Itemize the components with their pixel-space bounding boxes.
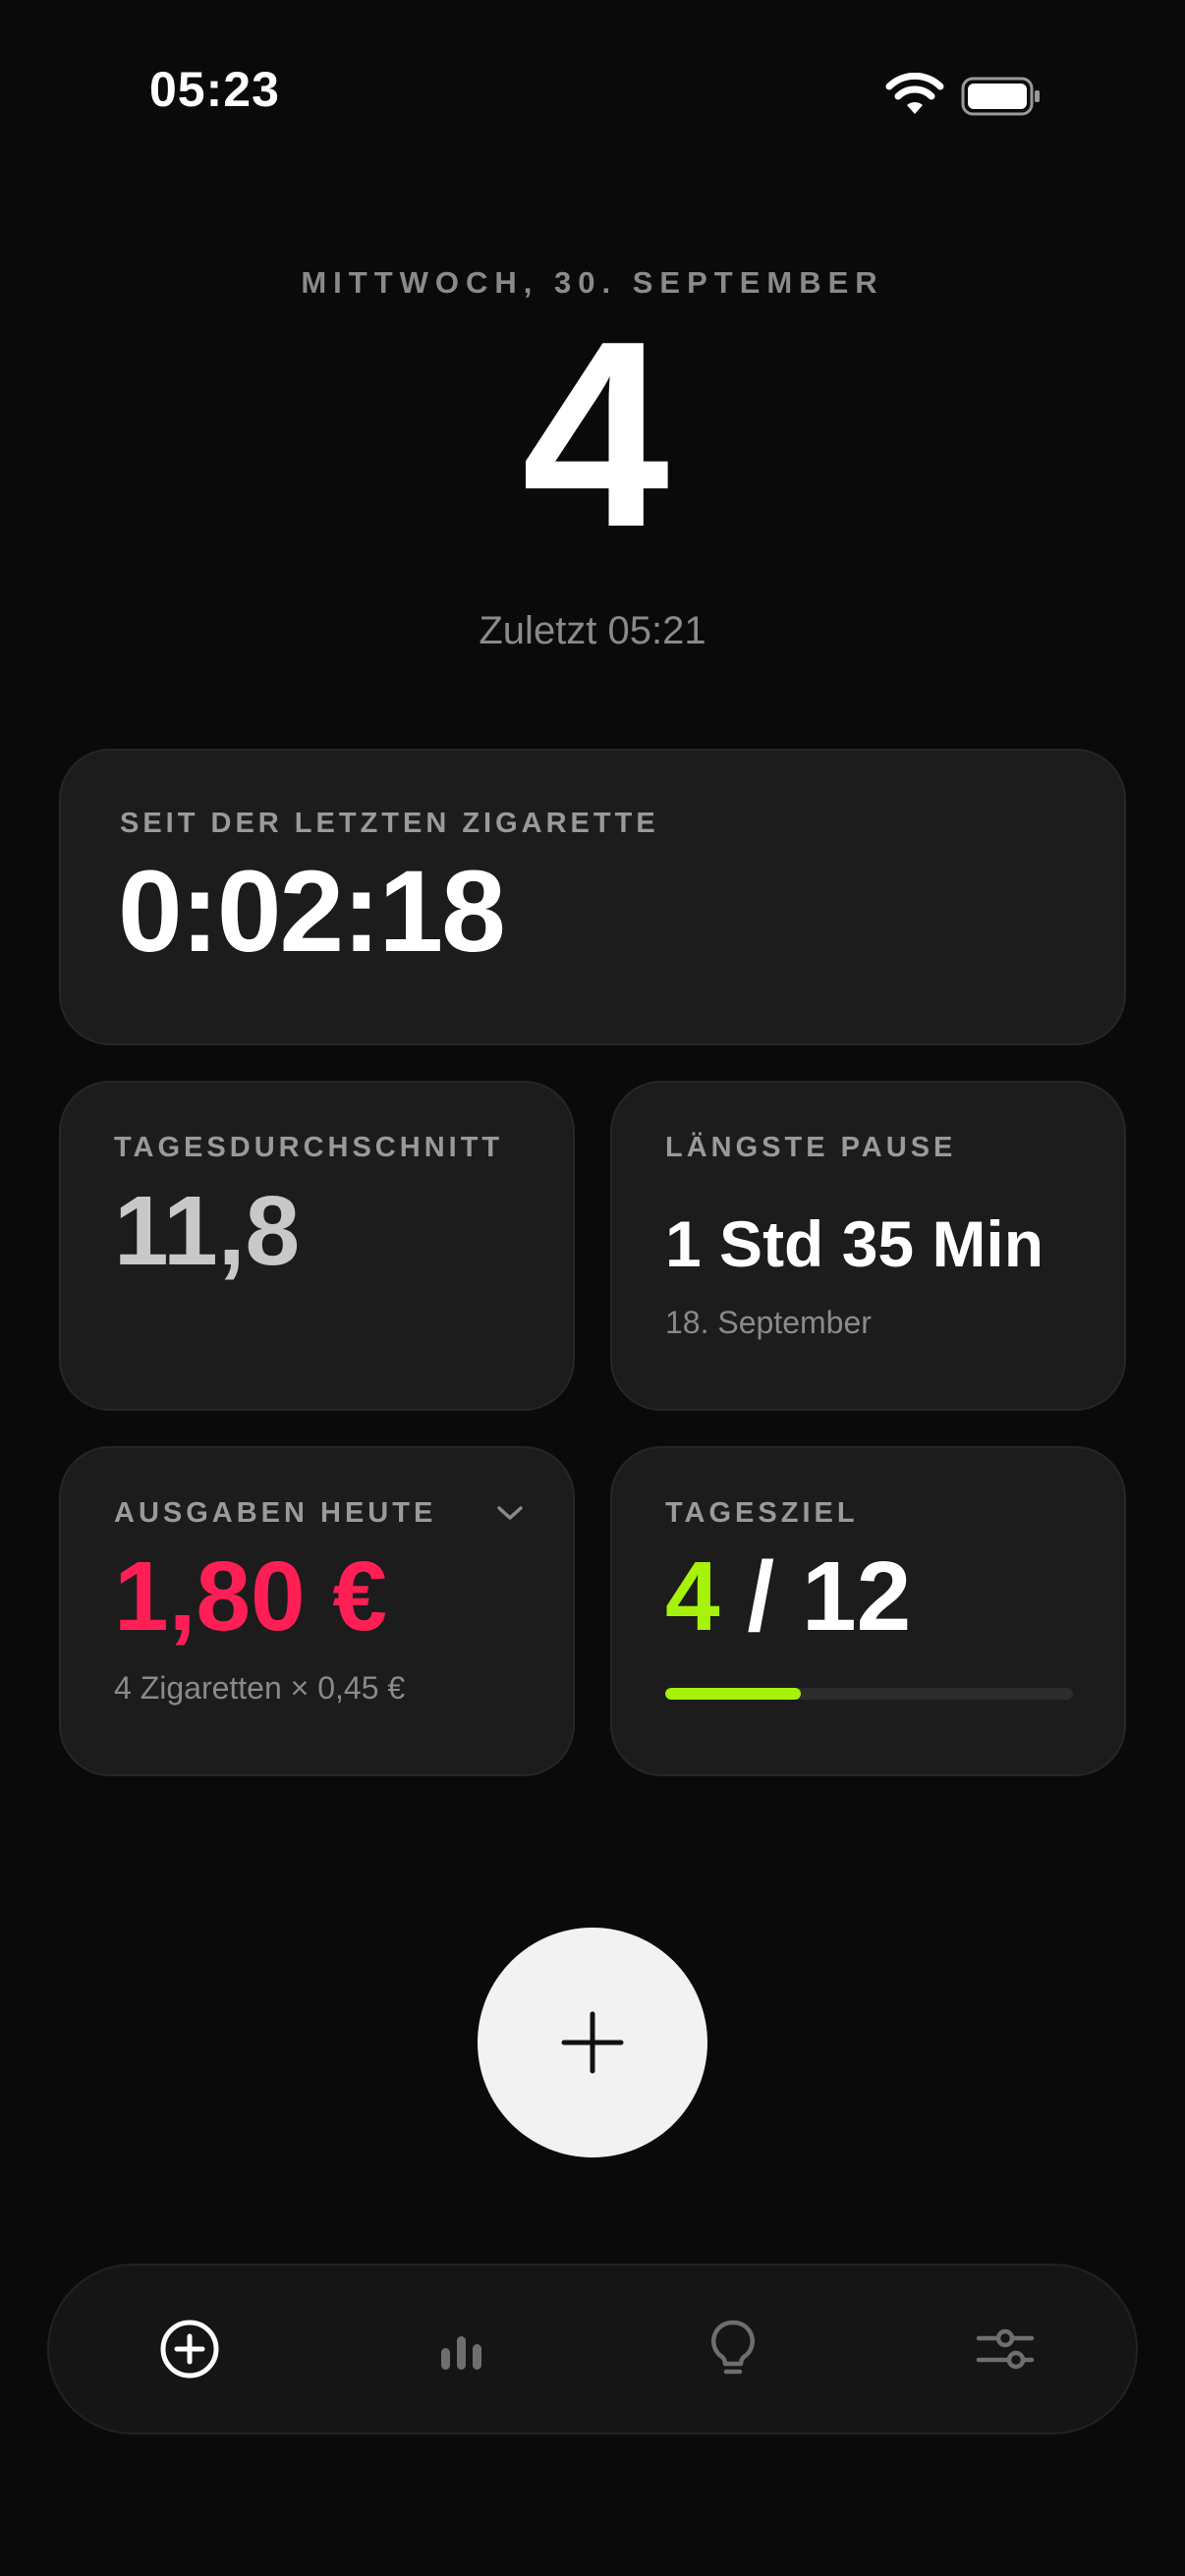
goal-current: 4 bbox=[665, 1541, 720, 1652]
daily-goal-card: TAGESZIEL 4 / 12 bbox=[610, 1446, 1126, 1776]
longest-pause-date: 18. September bbox=[665, 1305, 872, 1340]
nav-item-tips[interactable] bbox=[699, 2315, 767, 2383]
daily-goal-value: 4 / 12 bbox=[665, 1542, 911, 1651]
daily-goal-label: TAGESZIEL bbox=[665, 1497, 859, 1529]
daily-average-card: TAGESDURCHSCHNITT 11,8 bbox=[59, 1081, 575, 1411]
nav-item-stats[interactable] bbox=[427, 2315, 496, 2383]
since-last-card: SEIT DER LETZTEN ZIGARETTE 0:02:18 bbox=[59, 749, 1126, 1045]
goal-progress-bar bbox=[665, 1688, 1073, 1700]
lightbulb-icon bbox=[711, 2320, 755, 2375]
spending-card[interactable]: AUSGABEN HEUTE 1,80 € 4 Zigaretten × 0,4… bbox=[59, 1446, 575, 1776]
battery-icon bbox=[961, 77, 1040, 116]
status-time: 05:23 bbox=[149, 62, 280, 117]
goal-total: 12 bbox=[802, 1541, 912, 1652]
longest-pause-value: 1 Std 35 Min bbox=[665, 1207, 1044, 1280]
daily-average-value: 11,8 bbox=[114, 1176, 301, 1286]
spending-detail: 4 Zigaretten × 0,45 € bbox=[114, 1670, 406, 1706]
since-last-label: SEIT DER LETZTEN ZIGARETTE bbox=[120, 808, 659, 839]
daily-average-label: TAGESDURCHSCHNITT bbox=[114, 1132, 504, 1163]
longest-pause-card: LÄNGSTE PAUSE 1 Std 35 Min 18. September bbox=[610, 1081, 1126, 1411]
chevron-down-icon[interactable] bbox=[495, 1503, 525, 1523]
since-last-timer: 0:02:18 bbox=[118, 847, 506, 977]
goal-progress-fill bbox=[665, 1688, 802, 1700]
plus-icon bbox=[561, 2011, 624, 2074]
spending-label: AUSGABEN HEUTE bbox=[114, 1497, 437, 1529]
nav-item-settings[interactable] bbox=[971, 2315, 1040, 2383]
goal-separator: / bbox=[747, 1541, 775, 1652]
nav-item-today[interactable] bbox=[155, 2315, 224, 2383]
bottom-nav bbox=[47, 2264, 1138, 2435]
add-cigarette-button[interactable] bbox=[478, 1928, 707, 2157]
today-count: 4 bbox=[521, 287, 669, 583]
longest-pause-label: LÄNGSTE PAUSE bbox=[665, 1132, 957, 1163]
sliders-icon bbox=[976, 2328, 1035, 2370]
spending-value: 1,80 € bbox=[114, 1541, 388, 1652]
add-circle-icon bbox=[160, 2320, 219, 2379]
last-cigarette-time: Zuletzt 05:21 bbox=[479, 609, 706, 652]
wifi-icon bbox=[885, 73, 944, 114]
bar-chart-icon bbox=[441, 2336, 481, 2370]
